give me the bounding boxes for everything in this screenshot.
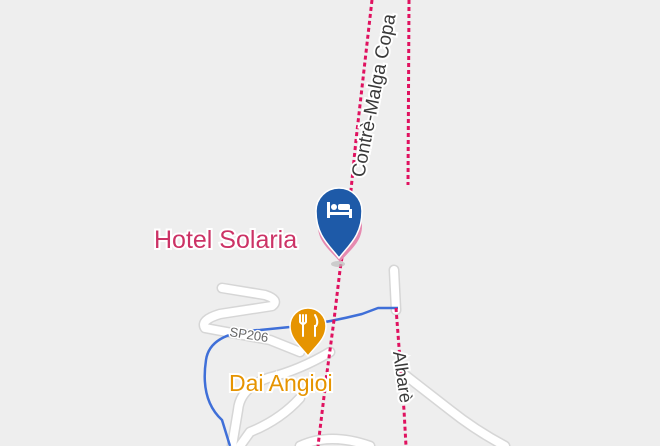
hotel-pin-shadow <box>331 261 345 267</box>
map-canvas[interactable]: Contrè-Malga Copa Contrè-Malga Copa Alba… <box>0 0 660 446</box>
restaurant-label[interactable]: Dai Angioi <box>229 370 333 396</box>
hotel-label[interactable]: Hotel Solaria <box>154 226 297 254</box>
map-view[interactable]: Contrè-Malga Copa Contrè-Malga Copa Alba… <box>0 0 660 446</box>
